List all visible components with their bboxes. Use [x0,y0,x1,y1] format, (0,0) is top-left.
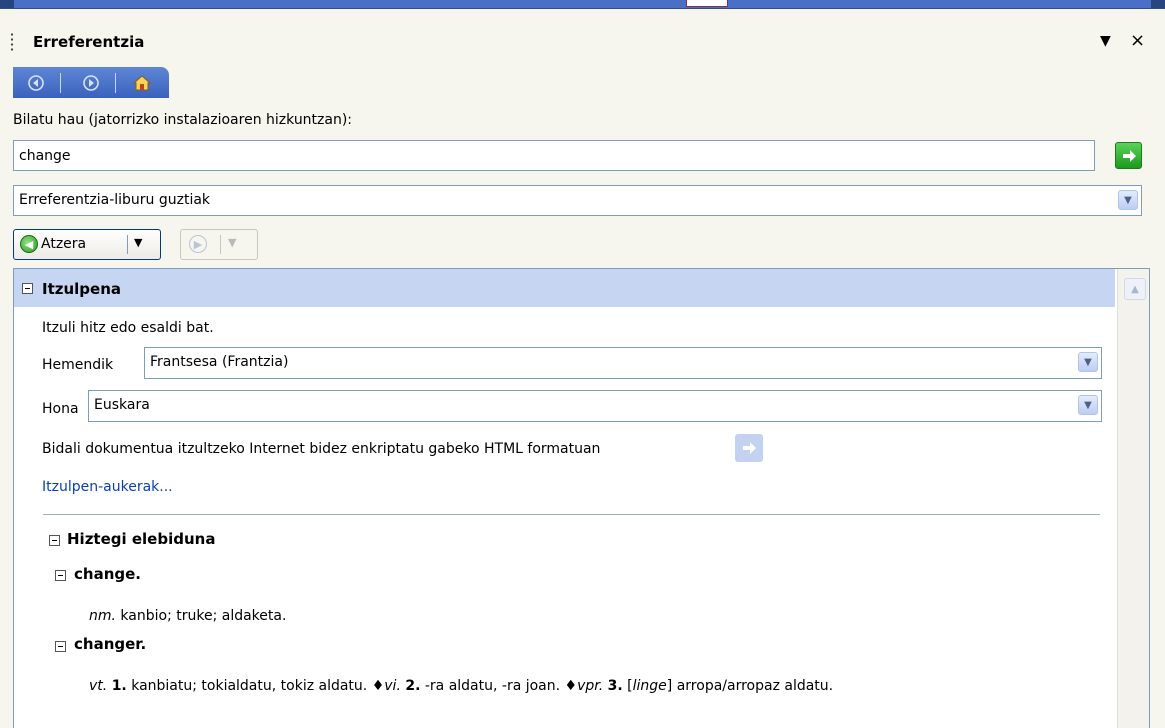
to-language-label: Hona [42,401,79,417]
reference-source-value: Erreferentzia-liburu guztiak [19,192,211,208]
pane-title: Erreferentzia [33,33,145,51]
top-strip-right-corner [1151,0,1165,8]
send-arrow-svg [743,442,756,454]
collapse-icon[interactable] [55,641,66,652]
part-of-speech: vt. [89,678,108,694]
entry-headword: change. [74,565,141,583]
definition-text: arropa/arropaz aldatu. [676,678,834,694]
nav-back-icon[interactable] [25,72,47,94]
translation-section-header[interactable]: Itzulpena [14,269,1115,307]
forward-button[interactable]: ▶ ▼ [180,229,258,260]
sense-marker: ♦ [564,678,578,694]
to-language-select[interactable]: Euskara ▼ [88,390,1102,422]
collapse-icon[interactable] [49,535,60,546]
nav-forward-icon[interactable] [80,72,102,94]
nav-back-icon-svg [28,75,44,91]
split-separator [220,235,221,254]
part-of-speech: vpr. [577,678,604,694]
send-arrow-icon[interactable] [735,434,763,462]
definition-text: -ra aldatu, -ra joan. [424,678,561,694]
nav-forward-icon-svg [83,75,99,91]
search-input[interactable] [13,140,1095,171]
vertical-scrollbar[interactable]: ▲ [1117,269,1149,728]
top-strip-left-corner [0,0,14,8]
sense-marker: ♦ [371,678,385,694]
from-language-value: Frantsesa (Frantzia) [150,354,289,370]
send-document-text: Bidali dokumentua itzultzeko Internet bi… [42,441,601,457]
chevron-down-icon[interactable]: ▼ [1078,352,1098,372]
section-divider [43,514,1100,515]
sense-number: 1. [111,678,127,694]
back-button[interactable]: ◀ Atzera ▼ [13,229,161,260]
reference-source-select[interactable]: Erreferentzia-liburu guztiak ▼ [13,185,1142,216]
sense-number: 2. [405,678,421,694]
part-of-speech: nm. [89,608,116,624]
definition-text: kanbiatu; tokialdatu, tokiz aldatu. [131,678,368,694]
scroll-up-icon[interactable]: ▲ [1124,278,1146,300]
top-strip-marker [686,0,728,7]
definition-text: kanbio; truke; aldaketa. [120,608,287,624]
translation-description: Itzuli hitz edo esaldi bat. [42,320,214,336]
from-language-select[interactable]: Frantsesa (Frantzia) ▼ [144,347,1102,379]
results-panel: Itzulpena Itzuli hitz edo esaldi bat. He… [13,268,1150,728]
nav-separator [115,73,116,93]
collapse-icon[interactable] [22,283,33,294]
sense-number: 3. [607,678,623,694]
collapse-icon[interactable] [55,570,66,581]
usage-tag: linge [632,678,667,694]
part-of-speech: vi. [384,678,401,694]
from-language-label: Hemendik [42,357,114,373]
chevron-down-icon[interactable]: ▼ [1118,190,1138,210]
go-arrow-icon[interactable] [1115,142,1142,169]
close-icon[interactable]: × [1130,30,1145,51]
pane-navigation-bar [13,67,169,98]
window-top-strip [0,0,1165,9]
chevron-down-icon[interactable]: ▼ [1078,395,1098,415]
back-button-label: Atzera [41,236,87,252]
dictionary-title: Hiztegi elebiduna [67,530,216,548]
split-separator [127,235,128,254]
translation-options-link[interactable]: Itzulpen-aukerak... [42,479,173,495]
entry-definition: nm. kanbio; truke; aldaketa. [89,608,286,624]
home-icon-svg [132,75,152,91]
back-arrow-icon: ◀ [20,235,38,253]
to-language-value: Euskara [94,397,150,413]
go-arrow-svg [1122,149,1136,162]
pane-menu-dropdown-icon[interactable]: ▼ [1100,33,1111,49]
entry-headword: changer. [74,635,147,653]
nav-separator [60,73,61,93]
search-label: Bilatu hau (jatorrizko instalazioaren hi… [13,112,353,128]
drag-grip-icon[interactable] [10,32,14,52]
home-icon[interactable] [131,72,153,94]
task-pane-titlebar: Erreferentzia ▼ × [0,22,1165,62]
back-history-dropdown-icon[interactable]: ▼ [134,236,142,249]
forward-history-dropdown-icon[interactable]: ▼ [228,236,236,249]
forward-arrow-icon: ▶ [189,235,207,253]
entry-definition: vt. 1. kanbiatu; tokialdatu, tokiz aldat… [89,678,834,694]
translation-section-title: Itzulpena [42,280,122,298]
